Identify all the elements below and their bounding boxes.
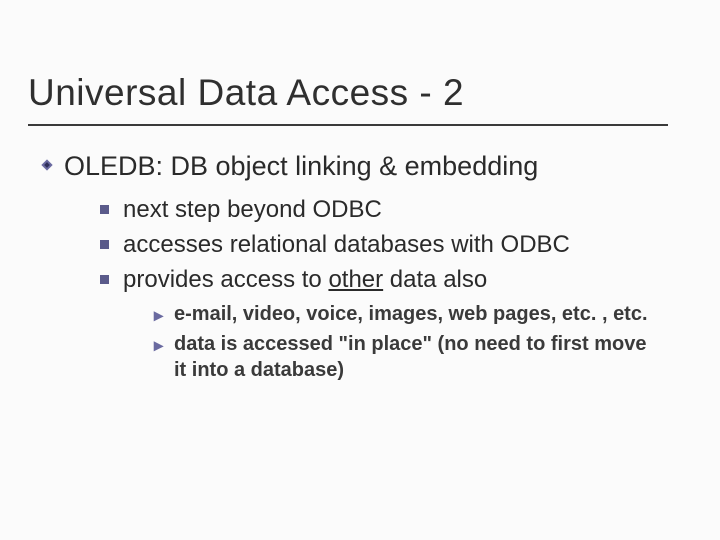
- list-item-text: provides access to other data also: [123, 264, 487, 295]
- list-item: OLEDB: DB object linking & embedding: [40, 150, 680, 184]
- list-item-text: data is accessed "in place" (no need to …: [174, 331, 654, 383]
- slide-content: OLEDB: DB object linking & embedding nex…: [0, 126, 720, 383]
- list-item-text: OLEDB: DB object linking & embedding: [64, 150, 538, 184]
- list-item: ▸ data is accessed "in place" (no need t…: [154, 331, 680, 383]
- list-item: provides access to other data also: [100, 264, 680, 295]
- slide: Universal Data Access - 2 OLEDB: DB obje…: [0, 0, 720, 540]
- text-underlined: other: [328, 266, 383, 293]
- square-bullet-icon: [100, 240, 109, 249]
- list-item: accesses relational databases with ODBC: [100, 229, 680, 260]
- list-item-text: accesses relational databases with ODBC: [123, 229, 570, 260]
- sublist: next step beyond ODBC accesses relationa…: [100, 194, 680, 296]
- caret-bullet-icon: ▸: [154, 336, 168, 354]
- diamond-bullet-icon: [40, 158, 54, 172]
- square-bullet-icon: [100, 275, 109, 284]
- sub-sublist: ▸ e-mail, video, voice, images, web page…: [154, 301, 680, 383]
- text-pre: provides access to: [123, 266, 328, 293]
- caret-bullet-icon: ▸: [154, 306, 168, 324]
- list-item: ▸ e-mail, video, voice, images, web page…: [154, 301, 680, 327]
- text-post: data also: [383, 266, 487, 293]
- square-bullet-icon: [100, 205, 109, 214]
- slide-title: Universal Data Access - 2: [0, 0, 720, 114]
- list-item-text: e-mail, video, voice, images, web pages,…: [174, 301, 648, 327]
- list-item-text: next step beyond ODBC: [123, 194, 382, 225]
- list-item: next step beyond ODBC: [100, 194, 680, 225]
